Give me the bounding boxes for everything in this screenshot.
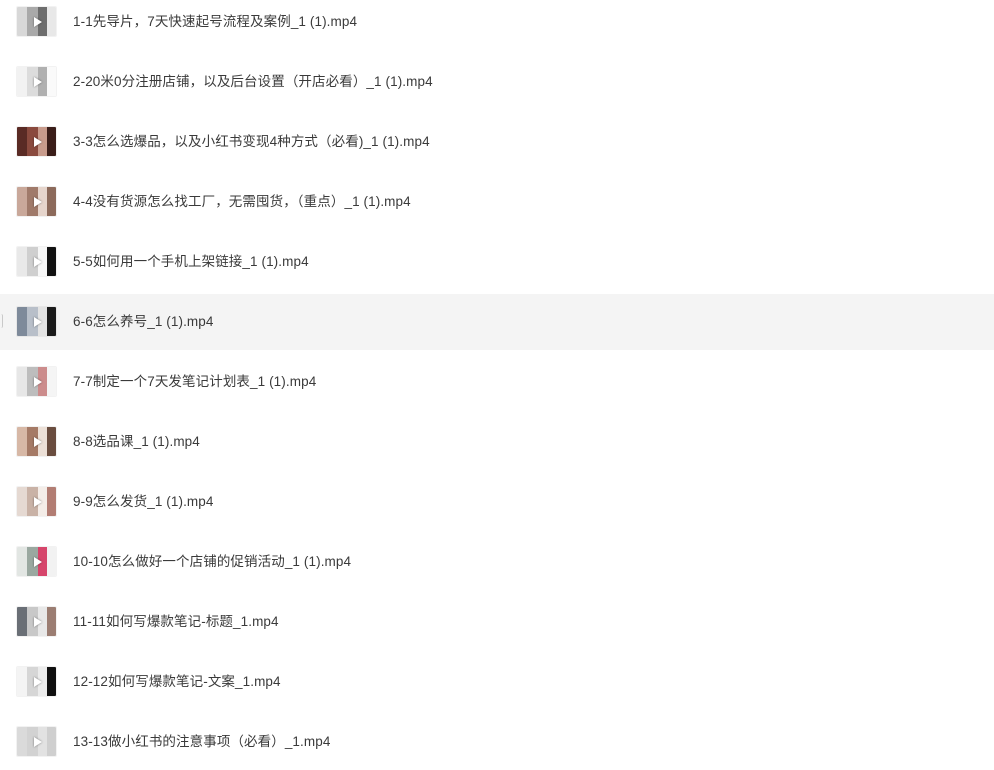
play-icon	[33, 436, 42, 447]
file-name[interactable]: 6-6怎么养号_1 (1).mp4	[73, 294, 214, 350]
video-thumbnail[interactable]	[17, 367, 56, 396]
file-row[interactable]: 2-20米0分注册店铺，以及后台设置（开店必看）_1 (1).mp4	[0, 54, 994, 110]
video-thumbnail[interactable]	[17, 547, 56, 576]
file-name[interactable]: 13-13做小红书的注意事项（必看）_1.mp4	[73, 714, 330, 770]
thumbnail-frame	[47, 667, 56, 696]
thumbnail-frame	[47, 607, 56, 636]
thumbnail-frame	[47, 7, 56, 36]
file-row[interactable]: 5-5如何用一个手机上架链接_1 (1).mp4	[0, 234, 994, 290]
play-icon	[33, 256, 42, 267]
video-thumbnail[interactable]	[17, 7, 56, 36]
thumbnail-frame	[17, 367, 27, 396]
play-icon	[33, 556, 42, 567]
thumbnail-frame	[17, 607, 27, 636]
thumbnail-frame	[17, 547, 27, 576]
thumbnail-frame	[17, 247, 27, 276]
video-thumbnail[interactable]	[17, 247, 56, 276]
file-name[interactable]: 11-11如何写爆款笔记-标题_1.mp4	[73, 594, 279, 650]
thumbnail-frame	[17, 307, 27, 336]
video-thumbnail[interactable]	[17, 427, 56, 456]
thumbnail-frame	[17, 67, 27, 96]
thumbnail-frame	[47, 727, 56, 756]
file-name[interactable]: 9-9怎么发货_1 (1).mp4	[73, 474, 214, 530]
play-icon	[33, 676, 42, 687]
play-icon	[33, 16, 42, 27]
thumbnail-frame	[17, 7, 27, 36]
play-icon	[33, 76, 42, 87]
play-icon	[33, 196, 42, 207]
file-list: 1-1先导片，7天快速起号流程及案例_1 (1).mp4 2-20米0分注册店铺…	[0, 0, 994, 761]
file-name[interactable]: 8-8选品课_1 (1).mp4	[73, 414, 200, 470]
file-name[interactable]: 1-1先导片，7天快速起号流程及案例_1 (1).mp4	[73, 0, 357, 50]
thumbnail-frame	[17, 127, 27, 156]
thumbnail-frame	[47, 127, 56, 156]
thumbnail-frame	[47, 487, 56, 516]
thumbnail-frame	[47, 307, 56, 336]
play-icon	[33, 316, 42, 327]
file-row[interactable]: 3-3怎么选爆品，以及小红书变现4种方式（必看)_1 (1).mp4	[0, 114, 994, 170]
file-name[interactable]: 3-3怎么选爆品，以及小红书变现4种方式（必看)_1 (1).mp4	[73, 114, 430, 170]
play-icon	[33, 616, 42, 627]
file-row[interactable]: 9-9怎么发货_1 (1).mp4	[0, 474, 994, 530]
file-name[interactable]: 5-5如何用一个手机上架链接_1 (1).mp4	[73, 234, 309, 290]
play-icon	[33, 736, 42, 747]
thumbnail-frame	[47, 547, 56, 576]
video-thumbnail[interactable]	[17, 667, 56, 696]
file-row[interactable]: 4-4没有货源怎么找工厂，无需囤货，（重点）_1 (1).mp4	[0, 174, 994, 230]
file-row[interactable]: 10-10怎么做好一个店铺的促销活动_1 (1).mp4	[0, 534, 994, 590]
file-row[interactable]: 11-11如何写爆款笔记-标题_1.mp4	[0, 594, 994, 650]
video-thumbnail[interactable]	[17, 67, 56, 96]
video-thumbnail[interactable]	[17, 307, 56, 336]
file-name[interactable]: 4-4没有货源怎么找工厂，无需囤货，（重点）_1 (1).mp4	[73, 174, 411, 230]
video-thumbnail[interactable]	[17, 607, 56, 636]
file-row[interactable]: 6-6怎么养号_1 (1).mp4	[0, 294, 994, 350]
play-icon	[33, 496, 42, 507]
thumbnail-frame	[17, 487, 27, 516]
row-edge-indicator	[0, 314, 3, 328]
video-thumbnail[interactable]	[17, 127, 56, 156]
thumbnail-frame	[17, 727, 27, 756]
play-icon	[33, 136, 42, 147]
file-row[interactable]: 8-8选品课_1 (1).mp4	[0, 414, 994, 470]
video-thumbnail[interactable]	[17, 187, 56, 216]
file-row[interactable]: 1-1先导片，7天快速起号流程及案例_1 (1).mp4	[0, 0, 994, 50]
thumbnail-frame	[47, 187, 56, 216]
thumbnail-frame	[47, 427, 56, 456]
file-name[interactable]: 2-20米0分注册店铺，以及后台设置（开店必看）_1 (1).mp4	[73, 54, 433, 110]
thumbnail-frame	[47, 367, 56, 396]
file-row[interactable]: 12-12如何写爆款笔记-文案_1.mp4	[0, 654, 994, 710]
play-icon	[33, 376, 42, 387]
file-name[interactable]: 12-12如何写爆款笔记-文案_1.mp4	[73, 654, 281, 710]
thumbnail-frame	[47, 67, 56, 96]
thumbnail-frame	[17, 187, 27, 216]
file-name[interactable]: 7-7制定一个7天发笔记计划表_1 (1).mp4	[73, 354, 316, 410]
thumbnail-frame	[17, 427, 27, 456]
thumbnail-frame	[47, 247, 56, 276]
file-row[interactable]: 7-7制定一个7天发笔记计划表_1 (1).mp4	[0, 354, 994, 410]
video-thumbnail[interactable]	[17, 487, 56, 516]
thumbnail-frame	[17, 667, 27, 696]
file-name[interactable]: 10-10怎么做好一个店铺的促销活动_1 (1).mp4	[73, 534, 351, 590]
video-thumbnail[interactable]	[17, 727, 56, 756]
file-row[interactable]: 13-13做小红书的注意事项（必看）_1.mp4	[0, 714, 994, 770]
